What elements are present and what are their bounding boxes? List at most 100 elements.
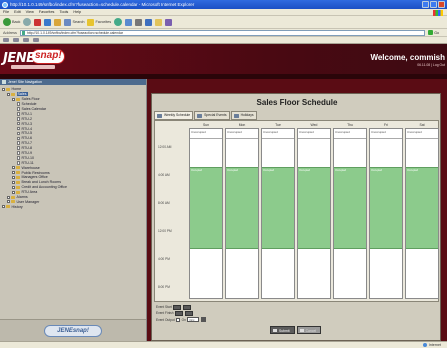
tab-weekly-schedule[interactable]: Weekly Schedule bbox=[154, 111, 194, 120]
schedule-panel: Sales Floor Schedule Weekly Schedule Spe… bbox=[151, 93, 441, 341]
unoccupied-label: Unoccupied bbox=[406, 129, 438, 139]
day-name: Sat bbox=[419, 123, 425, 127]
menu-help[interactable]: Help bbox=[73, 9, 81, 15]
document-icon bbox=[17, 136, 20, 141]
output-checkbox[interactable] bbox=[176, 317, 181, 322]
folder-icon bbox=[11, 92, 15, 96]
links-bar bbox=[0, 37, 447, 44]
menu-file[interactable]: File bbox=[3, 9, 9, 15]
menu-favorites[interactable]: Favorites bbox=[39, 9, 55, 15]
main-content: Sales Floor Schedule Weekly Schedule Spe… bbox=[147, 79, 447, 341]
messenger-icon[interactable] bbox=[165, 18, 173, 26]
sidebar-item-label: History bbox=[11, 204, 23, 209]
day-cell[interactable]: Unoccupied Occupied bbox=[225, 128, 259, 299]
cancel-button[interactable]: Cancel bbox=[296, 326, 322, 334]
forward-arrow-icon[interactable] bbox=[23, 18, 32, 26]
day-cell[interactable]: Unoccupied Occupied bbox=[369, 128, 403, 299]
occupied-shift-block[interactable]: Occupied bbox=[334, 167, 366, 249]
home-icon[interactable] bbox=[54, 18, 62, 26]
tab-special-events[interactable]: Special Events bbox=[194, 111, 230, 120]
print-icon[interactable] bbox=[135, 18, 143, 26]
document-icon bbox=[17, 117, 20, 121]
tab-holidays[interactable]: Holidays bbox=[230, 111, 257, 120]
folder-icon[interactable] bbox=[155, 18, 163, 26]
occupied-shift-block[interactable]: Occupied bbox=[226, 167, 258, 249]
welcome-subtext[interactable]: 06.11.08 | Log Out bbox=[417, 63, 445, 67]
unoccupied-label: Unoccupied bbox=[190, 129, 222, 139]
media-icon[interactable] bbox=[114, 18, 123, 26]
expand-icon[interactable] bbox=[7, 200, 10, 204]
menu-edit[interactable]: Edit bbox=[14, 9, 21, 15]
expand-icon[interactable] bbox=[2, 87, 5, 91]
expand-icon[interactable] bbox=[7, 195, 10, 199]
menu-view[interactable]: View bbox=[26, 9, 34, 15]
time-label: 4:00 PM bbox=[158, 257, 170, 261]
expand-icon[interactable] bbox=[12, 185, 15, 189]
day-column: Fri Unoccupied Occupied bbox=[369, 123, 403, 299]
occupied-shift-block[interactable]: Occupied bbox=[190, 167, 222, 249]
expand-icon[interactable] bbox=[12, 97, 15, 101]
maximize-icon[interactable] bbox=[430, 1, 437, 8]
expand-icon[interactable] bbox=[12, 180, 15, 184]
sidebar-item[interactable]: History bbox=[2, 204, 146, 209]
stop-icon[interactable] bbox=[34, 18, 42, 26]
expand-icon[interactable] bbox=[12, 171, 15, 175]
day-cell[interactable]: Unoccupied Occupied bbox=[189, 128, 223, 299]
go-button[interactable]: Go bbox=[428, 30, 439, 35]
occupied-shift-block[interactable]: Occupied bbox=[370, 167, 402, 249]
link-icon[interactable] bbox=[3, 38, 9, 42]
window-controls bbox=[422, 1, 445, 8]
sidebar-item-label: RTU-8 bbox=[21, 146, 33, 151]
link-icon[interactable] bbox=[33, 38, 39, 42]
event-start-hour-input[interactable] bbox=[173, 305, 182, 310]
sidebar: Jene! Site Navigation Home Sales Sales Flo… bbox=[0, 79, 147, 341]
event-finish-minute-input[interactable] bbox=[184, 311, 193, 316]
folder-icon bbox=[16, 171, 20, 175]
submit-button[interactable]: Submit bbox=[270, 326, 295, 334]
nav-tree: Home Sales Sales Floor Schedule Sales Calend… bbox=[0, 85, 146, 209]
link-icon[interactable] bbox=[13, 38, 19, 42]
day-cell[interactable]: Unoccupied Occupied bbox=[333, 128, 367, 299]
expand-icon[interactable] bbox=[12, 166, 15, 170]
back-button[interactable]: Back bbox=[3, 18, 20, 26]
day-cell[interactable]: Unoccupied Occupied bbox=[261, 128, 295, 299]
menu-bar: File Edit View Favorites Tools Help bbox=[0, 9, 447, 16]
check-icon bbox=[273, 329, 277, 332]
folder-icon bbox=[16, 97, 20, 101]
output-select[interactable]: Occ bbox=[187, 317, 200, 322]
day-cell[interactable]: Unoccupied Occupied bbox=[405, 128, 439, 299]
occupied-shift-block[interactable]: Occupied bbox=[298, 167, 330, 249]
mail-icon[interactable] bbox=[125, 18, 133, 26]
occupied-shift-block[interactable]: Occupied bbox=[406, 167, 438, 249]
minimize-icon[interactable] bbox=[422, 1, 429, 8]
address-input[interactable]: http://10.1.0.149/snfbo/index.cfm?fuseac… bbox=[19, 29, 426, 36]
link-icon[interactable] bbox=[23, 38, 29, 42]
favorites-button[interactable]: Favorites bbox=[87, 18, 111, 26]
sidebar-item-label: Home bbox=[11, 87, 22, 92]
menu-tools[interactable]: Tools bbox=[59, 9, 68, 15]
calendar-icon bbox=[157, 113, 162, 118]
event-finish-hour-input[interactable] bbox=[175, 311, 184, 316]
edit-icon[interactable] bbox=[145, 18, 153, 26]
expand-icon[interactable] bbox=[2, 205, 5, 209]
chevron-down-icon[interactable] bbox=[200, 317, 206, 322]
sidebar-item-label: RTU-9 bbox=[21, 151, 33, 156]
expand-icon[interactable] bbox=[12, 190, 15, 194]
document-icon bbox=[17, 161, 20, 165]
event-start-minute-input[interactable] bbox=[182, 305, 191, 310]
document-icon bbox=[17, 146, 20, 150]
welcome-text: Welcome, commish bbox=[370, 53, 445, 62]
search-button[interactable]: Search bbox=[64, 18, 84, 26]
window-title: http://10.1.0.149/snfbo/index.cfm?fuseac… bbox=[10, 2, 195, 7]
sidebar-item-label: RTU-2 bbox=[21, 116, 33, 121]
expand-icon[interactable] bbox=[12, 175, 15, 179]
refresh-icon[interactable] bbox=[44, 18, 52, 26]
browser-toolbar: Back Search Favorites bbox=[0, 16, 447, 29]
occupied-shift-block[interactable]: Occupied bbox=[262, 167, 294, 249]
unoccupied-label: Unoccupied bbox=[370, 129, 402, 139]
close-icon[interactable] bbox=[438, 1, 445, 8]
sidebar-item-label: RTU-6 bbox=[21, 136, 33, 141]
star-icon bbox=[87, 18, 95, 26]
expand-icon[interactable] bbox=[7, 92, 10, 96]
day-cell[interactable]: Unoccupied Occupied bbox=[297, 128, 331, 299]
